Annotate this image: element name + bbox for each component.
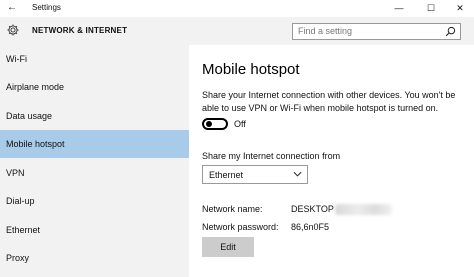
toggle-state-label: Off <box>234 119 246 129</box>
hotspot-description: Share your Internet connection with othe… <box>202 90 456 113</box>
network-password-label: Network password: <box>202 222 279 232</box>
maximize-icon[interactable]: ☐ <box>420 0 442 17</box>
page-title: Mobile hotspot <box>202 61 300 78</box>
toggle-knob <box>206 121 212 127</box>
sidebar-item-label: Proxy <box>6 253 30 263</box>
sidebar-item-mobile-hotspot[interactable]: Mobile hotspot <box>0 130 189 158</box>
sidebar-item-label: Ethernet <box>6 225 41 235</box>
back-arrow-icon[interactable]: ← <box>6 2 18 14</box>
close-icon[interactable]: ✕ <box>449 0 471 17</box>
sidebar-item-wifi[interactable]: Wi-Fi <box>0 45 189 73</box>
gear-icon <box>7 24 19 36</box>
network-name-value: DESKTOP <box>291 204 334 214</box>
chevron-down-icon <box>293 171 302 177</box>
main-content: Mobile hotspot Share your Internet conne… <box>189 17 474 277</box>
sidebar-item-proxy[interactable]: Proxy <box>0 244 189 272</box>
sidebar-item-label: VPN <box>6 168 25 178</box>
hotspot-toggle[interactable] <box>202 118 228 130</box>
search-icon[interactable] <box>445 26 456 37</box>
sidebar-item-label: Wi-Fi <box>6 54 27 64</box>
network-password-value: 86,6n0F5 <box>291 222 330 232</box>
section-title: NETWORK & INTERNET <box>32 26 128 35</box>
sidebar-item-dial-up[interactable]: Dial-up <box>0 187 189 215</box>
minimize-icon[interactable]: — <box>388 0 410 17</box>
network-name-label: Network name: <box>202 204 263 214</box>
edit-button[interactable]: Edit <box>202 237 254 257</box>
search-bar-area <box>189 17 474 45</box>
sidebar: NETWORK & INTERNET Wi-Fi Airplane mode D… <box>0 17 189 277</box>
search-input[interactable] <box>298 26 438 36</box>
title-bar: ← Settings — ☐ ✕ <box>0 0 474 17</box>
sidebar-item-vpn[interactable]: VPN <box>0 159 189 187</box>
sidebar-item-label: Mobile hotspot <box>6 139 65 149</box>
sidebar-item-label: Dial-up <box>6 196 35 206</box>
blurred-redaction <box>335 204 392 215</box>
dropdown-value: Ethernet <box>209 170 244 180</box>
search-box[interactable] <box>292 23 461 40</box>
app-title: Settings <box>32 3 61 12</box>
share-connection-dropdown[interactable]: Ethernet <box>202 165 308 184</box>
sidebar-item-airplane-mode[interactable]: Airplane mode <box>0 73 189 101</box>
sidebar-item-label: Airplane mode <box>6 82 65 92</box>
sidebar-item-data-usage[interactable]: Data usage <box>0 102 189 130</box>
share-connection-label: Share my Internet connection from <box>202 151 341 161</box>
sidebar-item-ethernet[interactable]: Ethernet <box>0 216 189 244</box>
section-header: NETWORK & INTERNET <box>0 17 189 45</box>
sidebar-item-label: Data usage <box>6 111 53 121</box>
